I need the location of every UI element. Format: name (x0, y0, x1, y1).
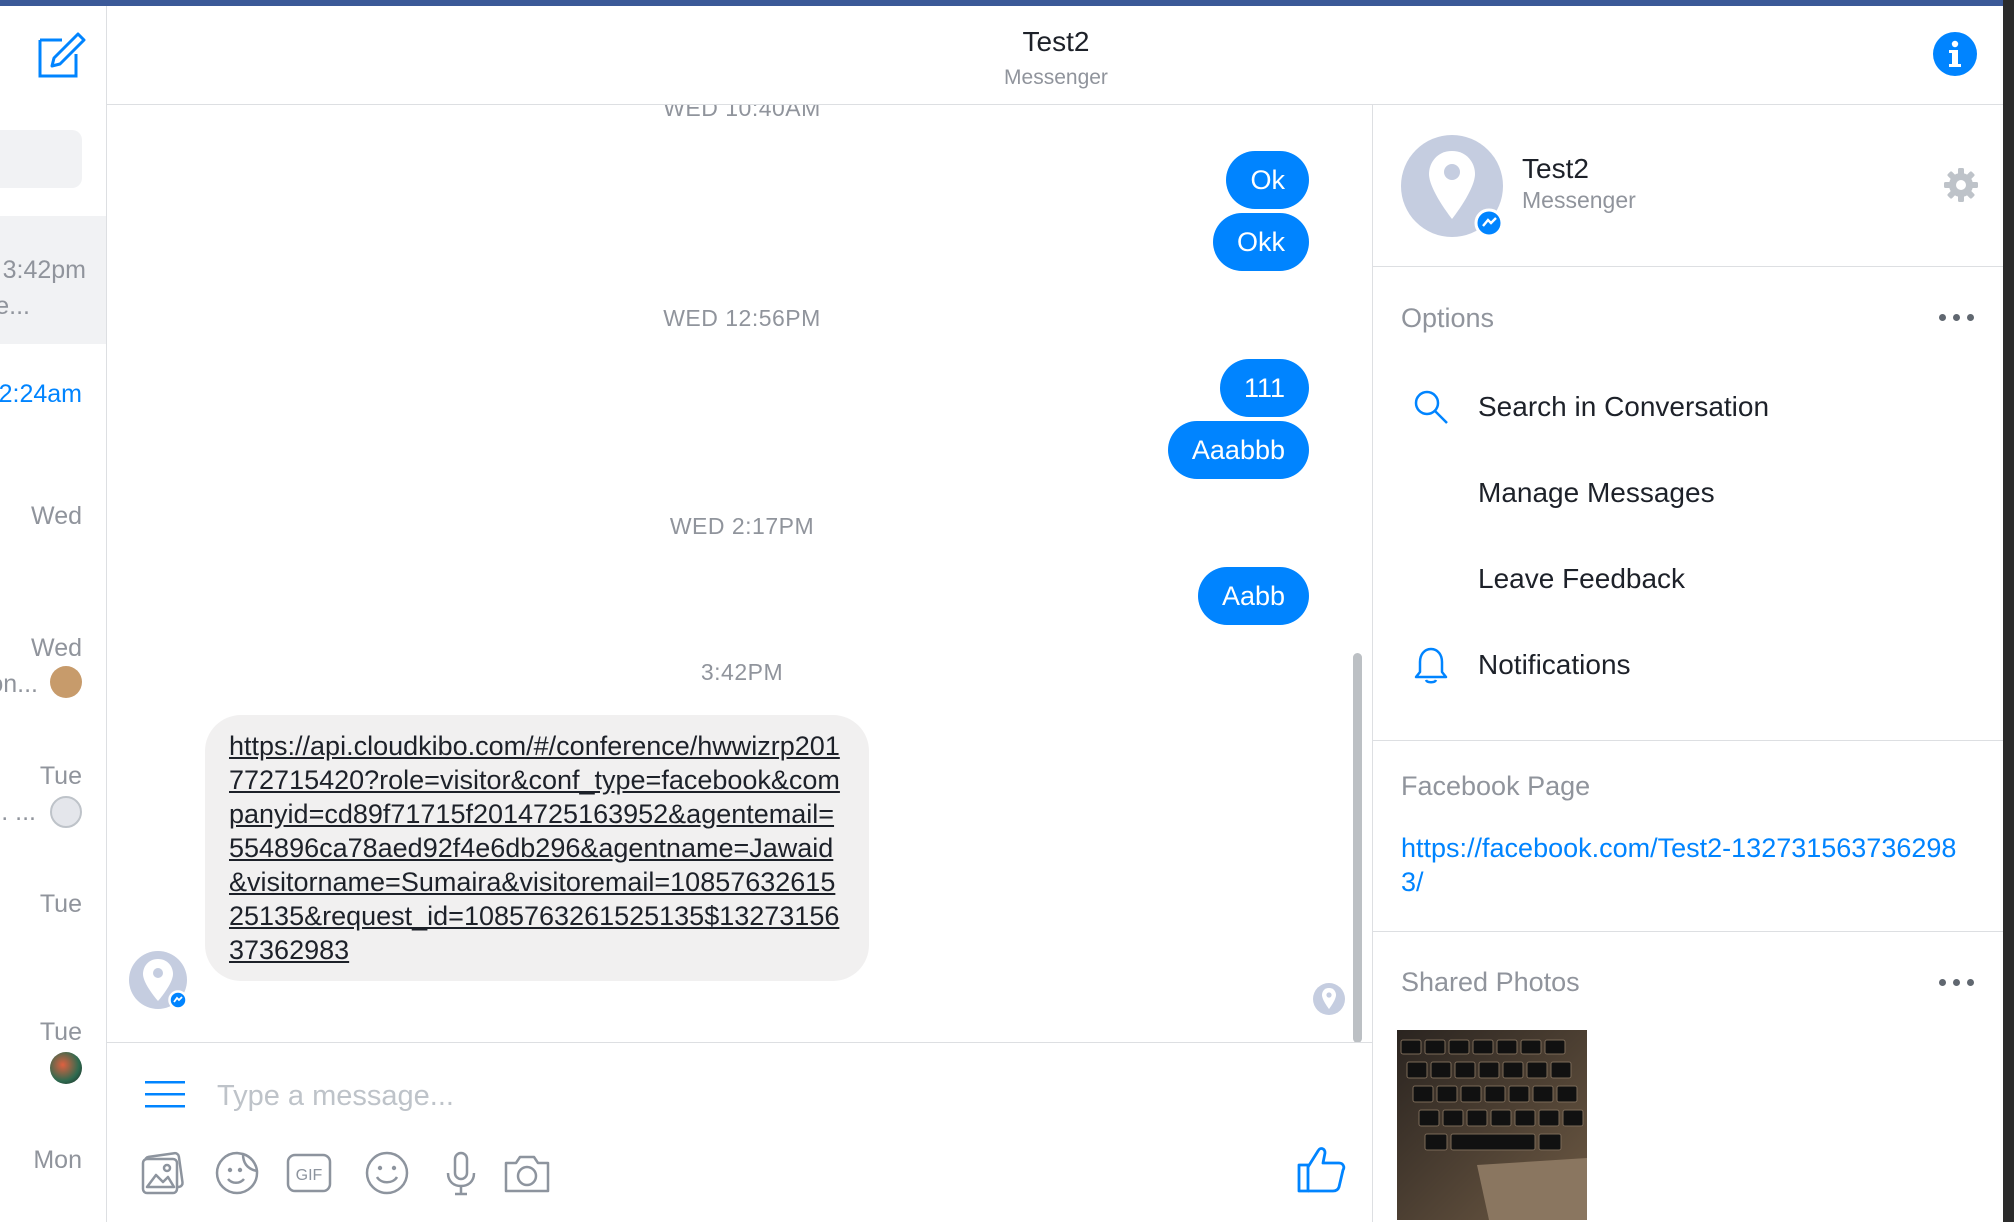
conversation-item[interactable]: Mon (0, 1112, 106, 1222)
conversation-snippet: on... (0, 670, 38, 698)
option-label: Search in Conversation (1478, 391, 1770, 422)
conversation-time: Wed (31, 634, 82, 662)
gear-icon[interactable] (1943, 167, 1979, 203)
conversation-time: 3:42pm (2, 256, 86, 284)
received-message-link[interactable]: https://api.cloudkibo.com/#/conference/h… (205, 715, 869, 981)
thread-scrollbar[interactable] (1353, 653, 1362, 1042)
option-search-in-conversation[interactable]: Search in Conversation (1373, 377, 2004, 437)
sent-message[interactable]: 111 (1219, 359, 1309, 417)
profile-name: Test2 (1522, 153, 1589, 184)
microphone-icon[interactable] (437, 1149, 485, 1197)
message-input[interactable] (215, 1065, 1119, 1127)
conversation-snippet: ... ... (0, 798, 36, 826)
sender-avatar (129, 951, 187, 1009)
options-heading: Options (1401, 303, 1495, 333)
bell-icon (1414, 647, 1448, 684)
conversation-item[interactable]: 3:42pm fe... (0, 216, 106, 344)
option-manage-messages[interactable]: Manage Messages (1373, 463, 2004, 523)
conversation-time: Mon (33, 1146, 82, 1174)
search-icon (1414, 390, 1448, 424)
conversation-subtitle: Messenger (1004, 66, 1108, 89)
photo-icon[interactable] (139, 1149, 187, 1197)
window-edge (2003, 0, 2014, 1222)
shared-photos-heading: Shared Photos (1401, 967, 1580, 997)
option-leave-feedback[interactable]: Leave Feedback (1373, 549, 2004, 609)
emoji-icon[interactable] (363, 1149, 411, 1197)
sent-message[interactable]: Aaabbb (1167, 421, 1309, 479)
info-icon[interactable] (1933, 32, 1977, 76)
divider (1373, 931, 2004, 932)
conversation-time: Wed (31, 502, 82, 530)
sent-message[interactable]: Okk (1212, 213, 1309, 271)
avatar (50, 666, 82, 698)
shared-photos-more-icon[interactable] (1939, 975, 1975, 989)
compose-icon[interactable] (34, 30, 86, 82)
conversation-item[interactable]: 2:24am (0, 344, 106, 472)
option-notifications[interactable]: Notifications (1373, 635, 2004, 695)
conversation-item[interactable]: Tue (0, 856, 106, 984)
avatar (50, 1052, 82, 1084)
conversation-list: 3:42pm fe... 2:24am Wed Wed on... Tue ..… (0, 6, 107, 1222)
conversation-item[interactable]: Wed (0, 472, 106, 600)
conversation-item[interactable]: Tue (0, 984, 106, 1112)
option-label: Notifications (1478, 649, 1631, 680)
thumbs-up-icon[interactable] (1295, 1143, 1347, 1195)
gif-icon[interactable]: GIF (285, 1149, 333, 1197)
facebook-page-link[interactable]: https://facebook.com/Test2-1327315637362… (1401, 831, 1961, 899)
conversation-item[interactable]: Wed on... (0, 600, 106, 728)
thread-timestamp: WED 10:40AM (663, 105, 821, 121)
profile-subtitle: Messenger (1522, 187, 1636, 213)
conversation-details-panel: Test2 Messenger Options Search in Conver… (1372, 105, 2004, 1222)
avatar (50, 796, 82, 828)
conversation-item[interactable]: Tue ... ... (0, 728, 106, 856)
divider (1373, 740, 2004, 741)
sticker-icon[interactable] (213, 1149, 261, 1197)
conversation-time: Tue (39, 762, 82, 790)
shared-photo-thumbnail[interactable] (1397, 1030, 1587, 1220)
sent-message[interactable]: Ok (1226, 151, 1309, 209)
gif-label: GIF (296, 1167, 323, 1184)
camera-icon[interactable] (503, 1149, 551, 1197)
option-label: Leave Feedback (1478, 563, 1686, 594)
message-composer: GIF (107, 1042, 1372, 1223)
thread-timestamp: 3:42PM (700, 659, 784, 685)
sent-message[interactable]: Aabb (1197, 567, 1309, 625)
conversation-time: Tue (39, 1018, 82, 1046)
option-label: Manage Messages (1478, 477, 1715, 508)
thread-timestamp: WED 2:17PM (669, 513, 815, 539)
conversation-time: Tue (39, 890, 82, 918)
conversation-snippet: fe... (0, 292, 30, 320)
profile-avatar (1401, 135, 1503, 237)
thread-timestamp: WED 12:56PM (663, 305, 821, 331)
read-receipt-icon (1313, 983, 1345, 1015)
conversation-title: Test2 (1022, 26, 1090, 57)
conversation-header: Test2 Messenger (107, 6, 2003, 105)
menu-icon[interactable] (145, 1079, 185, 1111)
message-thread: WED 10:40AM Ok Okk WED 12:56PM 111 Aaabb… (107, 105, 1372, 1042)
conversation-time: 2:24am (0, 380, 82, 408)
conversation-search-input[interactable] (0, 130, 82, 188)
facebook-page-heading: Facebook Page (1401, 771, 1591, 801)
options-more-icon[interactable] (1939, 310, 1975, 324)
divider (1373, 266, 2004, 267)
